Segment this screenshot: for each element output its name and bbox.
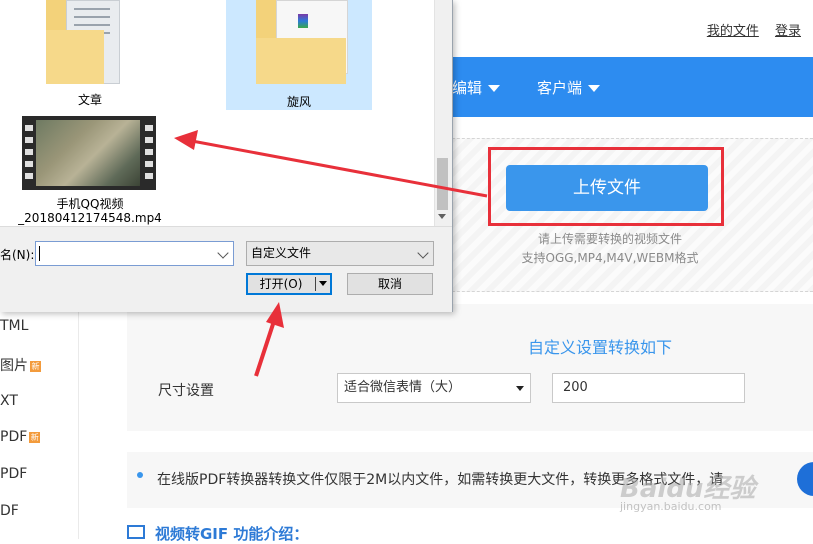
arrow-line-to-video <box>191 139 488 198</box>
watermark-url: jingyan.baidu.com <box>620 500 722 513</box>
arrowhead-to-video-icon <box>174 130 198 150</box>
arrow-line-to-open <box>254 317 277 377</box>
annotation-arrows <box>174 130 488 377</box>
arrowhead-to-open-icon <box>266 302 284 328</box>
